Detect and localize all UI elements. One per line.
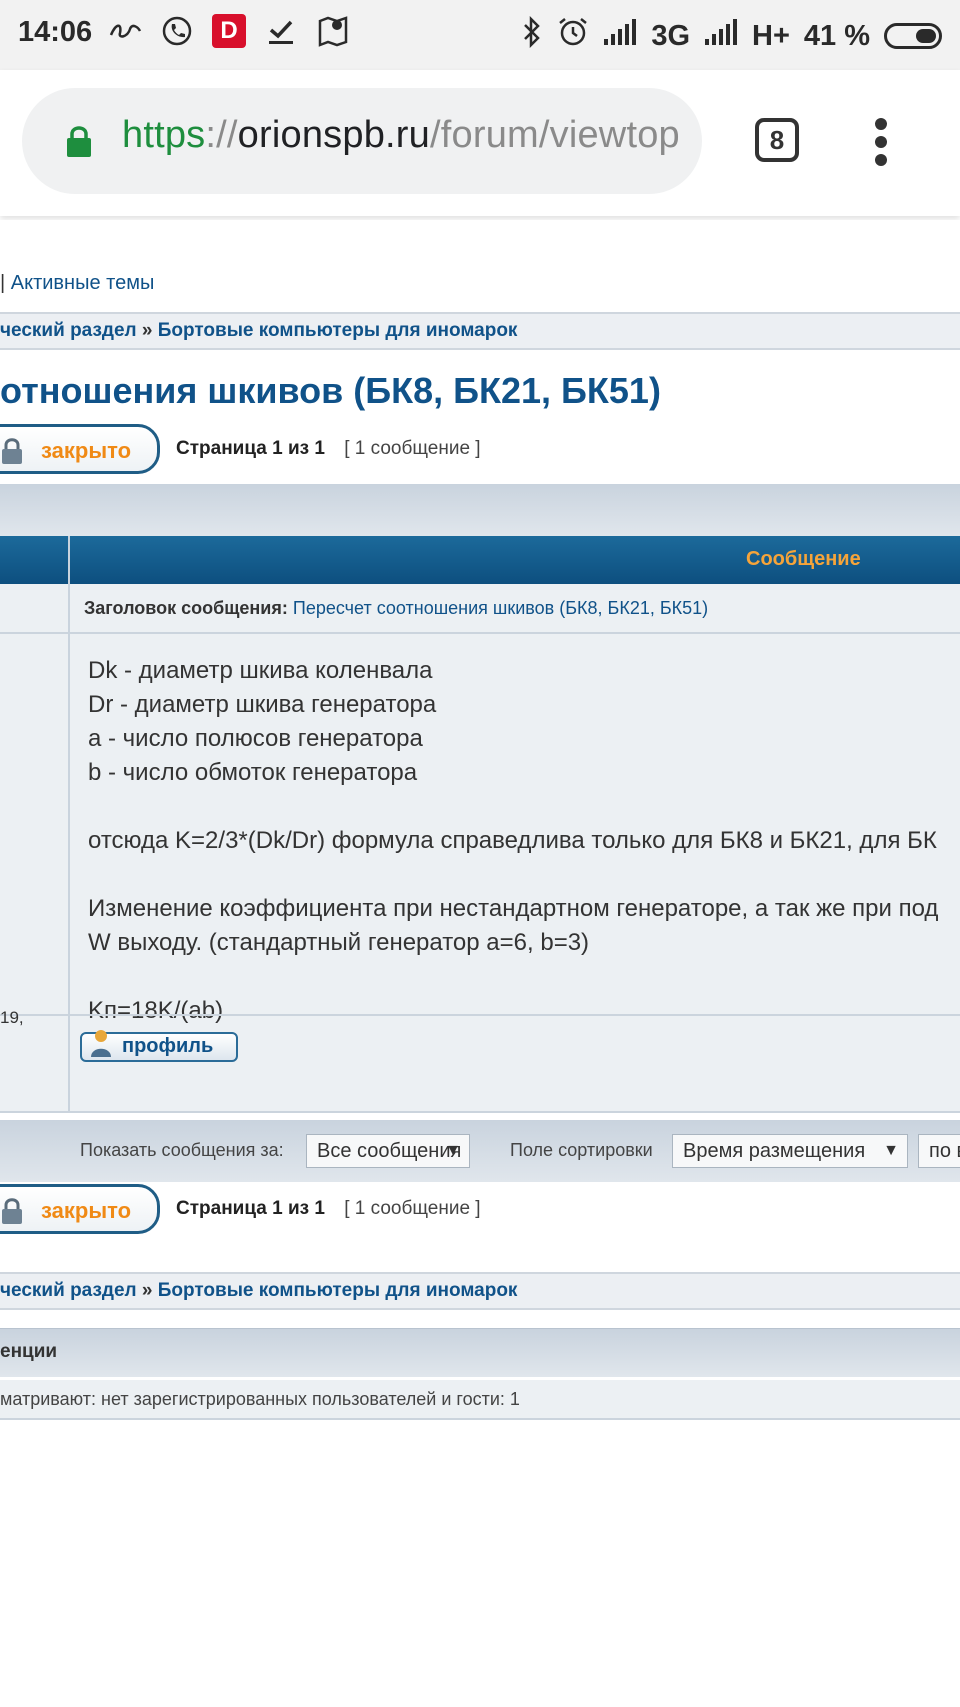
post-line: a - число полюсов генератора bbox=[88, 725, 423, 752]
notification-icons: D bbox=[108, 14, 350, 48]
locked-label: закрыто bbox=[41, 438, 132, 463]
url-scheme: https bbox=[122, 114, 206, 156]
top-nav-separator: | bbox=[0, 272, 6, 294]
post-line: Изменение коэффициента при нестандартном… bbox=[88, 895, 939, 922]
pagination: Страница 1 из 1 [ 1 сообщение ] bbox=[176, 438, 481, 460]
url-host: orionspb.ru bbox=[237, 114, 430, 156]
pagination-bottom: Страница 1 из 1 [ 1 сообщение ] bbox=[176, 1198, 481, 1220]
url-path: /forum/viewtop bbox=[429, 114, 680, 156]
subject-link[interactable]: Пересчет соотношения шкивов (БК8, БК21, … bbox=[293, 598, 708, 618]
post-line: Dr - диаметр шкива генератора bbox=[88, 691, 437, 718]
battery-percent: 41 % bbox=[803, 19, 870, 52]
show-label: Показать сообщения за: bbox=[80, 1140, 284, 1160]
online-header-text: енции bbox=[0, 1341, 58, 1362]
post-body: Dk - диаметр шкива коленвала Dr - диамет… bbox=[88, 654, 938, 1028]
profile-label: профиль bbox=[122, 1035, 214, 1057]
online-users-text: матривают: нет зарегистрированных пользо… bbox=[0, 1389, 520, 1409]
post-line: W выходу. (стандартный генератор a=6, b=… bbox=[88, 929, 590, 956]
locked-button[interactable]: закрыто bbox=[0, 424, 160, 474]
status-bar: 14:06 D 3G H+ 41 % bbox=[0, 0, 960, 70]
d-app-icon: D bbox=[212, 14, 246, 48]
post-table-header: Сообщение bbox=[0, 536, 960, 584]
post-line: отсюда K=2/3*(Dk/Dr) формула справедлива… bbox=[88, 827, 937, 854]
post-count: [ 1 сообщение ] bbox=[344, 438, 481, 459]
swype-icon bbox=[108, 14, 142, 48]
tab-switcher-button[interactable]: 8 bbox=[755, 118, 799, 162]
url-bar[interactable]: https://orionspb.ru/forum/viewtop bbox=[22, 88, 702, 194]
locked-button-bottom[interactable]: закрыто bbox=[0, 1184, 160, 1234]
forum-page: | Активные темы ческий раздел » Бортовые… bbox=[0, 220, 960, 1707]
breadcrumb-section-link[interactable]: ческий раздел bbox=[0, 1280, 137, 1301]
breadcrumb-separator: » bbox=[141, 1280, 153, 1301]
author-date-fragment: 19, bbox=[0, 1008, 24, 1027]
dropdown-arrow-icon: ▼ bbox=[883, 1142, 899, 1159]
signal-icon bbox=[704, 19, 738, 53]
post-line bbox=[88, 858, 938, 892]
url-separator: :// bbox=[205, 114, 238, 156]
breadcrumb: ческий раздел » Бортовые компьютеры для … bbox=[0, 312, 960, 350]
breadcrumb-forum-link[interactable]: Бортовые компьютеры для иномарок bbox=[158, 1280, 518, 1301]
sort-field-label: Поле сортировки bbox=[510, 1140, 653, 1160]
online-users: матривают: нет зарегистрированных пользо… bbox=[0, 1380, 960, 1420]
sort-field-value: Время размещения bbox=[683, 1140, 866, 1162]
signal-icon bbox=[603, 19, 637, 53]
url-text[interactable]: https://orionspb.ru/forum/viewtop bbox=[122, 114, 702, 157]
subject-label: Заголовок сообщения: bbox=[84, 598, 288, 618]
top-nav: | Активные темы bbox=[0, 272, 154, 295]
post-footer-divider bbox=[0, 1014, 960, 1016]
page-info: Страница 1 из 1 bbox=[176, 438, 325, 459]
system-icons: 3G H+ 41 % bbox=[521, 15, 942, 56]
locked-label: закрыто bbox=[41, 1198, 132, 1223]
maps-icon bbox=[316, 14, 350, 48]
topic-header-band bbox=[0, 484, 960, 537]
profile-button[interactable]: профиль bbox=[80, 1030, 238, 1062]
page-info: Страница 1 из 1 bbox=[176, 1198, 325, 1219]
post-line bbox=[88, 960, 938, 994]
sort-order-select[interactable]: по в bbox=[918, 1134, 960, 1168]
alarm-icon bbox=[557, 16, 589, 56]
show-select-value: Все сообщения bbox=[317, 1140, 462, 1162]
user-icon bbox=[91, 1030, 111, 1057]
post-line bbox=[88, 790, 938, 824]
breadcrumb-bottom: ческий раздел » Бортовые компьютеры для … bbox=[0, 1272, 960, 1310]
post-line: Dk - диаметр шкива коленвала bbox=[88, 657, 433, 684]
breadcrumb-separator: » bbox=[141, 320, 153, 341]
phone-icon bbox=[160, 14, 194, 48]
breadcrumb-forum-link[interactable]: Бортовые компьютеры для иномарок bbox=[158, 320, 518, 341]
breadcrumb-section-link[interactable]: ческий раздел bbox=[0, 320, 137, 341]
bluetooth-icon bbox=[521, 15, 543, 56]
sort-order-value: по в bbox=[929, 1140, 960, 1162]
download-done-icon bbox=[264, 14, 298, 48]
battery-icon bbox=[884, 23, 942, 49]
dropdown-arrow-icon: ▼ bbox=[445, 1142, 461, 1159]
post-line: Kп=18K/(ab) bbox=[88, 997, 224, 1024]
column-divider bbox=[68, 536, 70, 1111]
padlock-icon bbox=[2, 1198, 22, 1224]
post: Сообщение Заголовок сообщения: Пересчет … bbox=[0, 536, 960, 1113]
active-topics-link[interactable]: Активные темы bbox=[11, 272, 155, 294]
sort-bar: Показать сообщения за: Все сообщения ▼ П… bbox=[0, 1120, 960, 1182]
status-time: 14:06 bbox=[18, 16, 93, 48]
network-label-1: 3G bbox=[651, 19, 690, 52]
post-line: b - число обмоток генератора bbox=[88, 759, 418, 786]
online-header: енции bbox=[0, 1328, 960, 1377]
network-label-2: H+ bbox=[752, 19, 790, 52]
topic-title[interactable]: отношения шкивов (БК8, БК21, БК51) bbox=[0, 370, 661, 412]
post-subject: Заголовок сообщения: Пересчет соотношени… bbox=[0, 584, 960, 634]
sort-field-select[interactable]: Время размещения ▼ bbox=[672, 1134, 908, 1168]
show-select[interactable]: Все сообщения ▼ bbox=[306, 1134, 470, 1168]
browser-toolbar: https://orionspb.ru/forum/viewtop 8 bbox=[0, 70, 960, 216]
column-message: Сообщение bbox=[746, 548, 861, 570]
padlock-icon bbox=[2, 438, 22, 464]
post-count: [ 1 сообщение ] bbox=[344, 1198, 481, 1219]
lock-icon bbox=[67, 126, 91, 157]
overflow-menu-icon[interactable] bbox=[875, 118, 889, 166]
